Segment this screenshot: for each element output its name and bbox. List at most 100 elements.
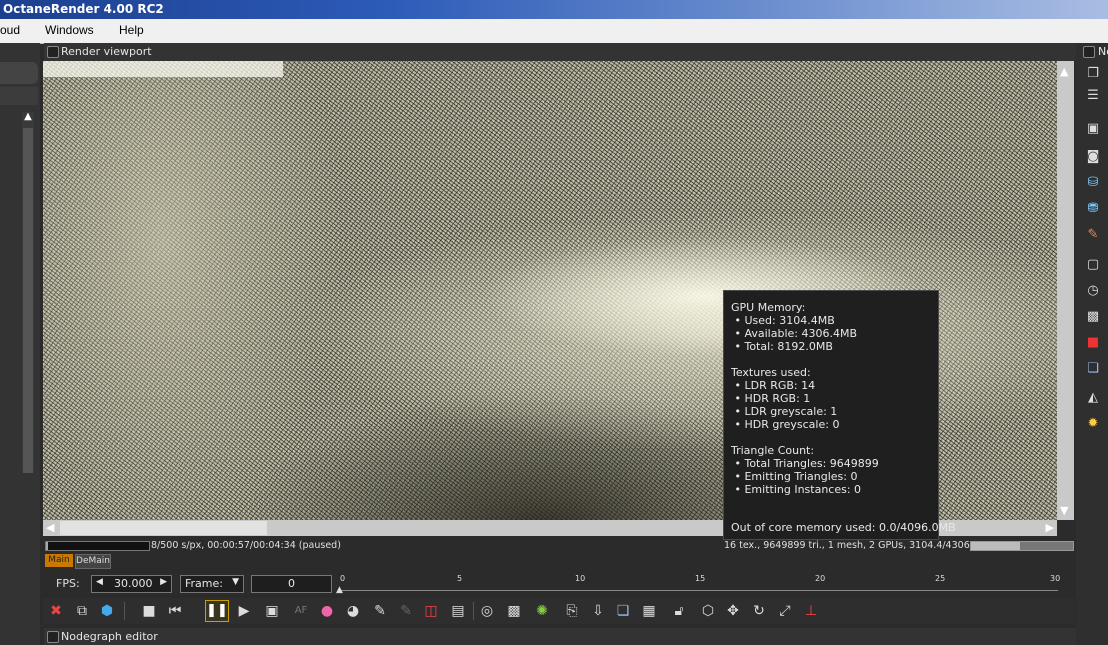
- layers-icon[interactable]: ❏: [614, 602, 632, 620]
- left-panel-header[interactable]: [0, 62, 38, 84]
- scale-icon[interactable]: ⤢: [776, 602, 794, 620]
- chevron-down-icon[interactable]: ▼: [232, 577, 239, 587]
- render-progress-fill: [46, 542, 48, 550]
- nodegraph-editor-header: Nodegraph editor: [44, 628, 1076, 645]
- timeline-marker-icon[interactable]: ▲: [336, 585, 343, 595]
- image-icon[interactable]: ▦: [640, 602, 658, 620]
- light-icon[interactable]: ✹: [1085, 416, 1101, 432]
- clock-icon[interactable]: ◷: [1085, 283, 1101, 299]
- scroll-left-icon[interactable]: ◀: [46, 521, 54, 534]
- tooltip-line: • Emitting Triangles: 0: [731, 470, 858, 483]
- reset-render-icon[interactable]: ✖: [47, 602, 65, 620]
- tab-main[interactable]: Main: [45, 554, 73, 567]
- fps-value[interactable]: 30.000: [114, 577, 153, 590]
- fps-stepper[interactable]: ◀ 30.000 ▶: [91, 575, 172, 593]
- fps-label: FPS:: [56, 577, 80, 590]
- viewport-vertical-scrollbar[interactable]: ▲ ▼: [1057, 61, 1074, 520]
- timeline-tick: 5: [457, 574, 463, 583]
- render-viewport-header: Render viewport: [44, 43, 1076, 61]
- sphere-db-icon[interactable]: ⛃: [1085, 201, 1101, 217]
- film-region-icon[interactable]: ▤: [449, 602, 467, 620]
- frame-input[interactable]: 0: [251, 575, 332, 593]
- layers-icon[interactable]: ❐: [1085, 66, 1101, 82]
- frame-icon[interactable]: ▢: [1085, 257, 1101, 273]
- tooltip-line: GPU Memory:: [731, 301, 806, 314]
- menu-bar: oud Windows Help: [0, 19, 1108, 44]
- timeline-track[interactable]: [340, 590, 1058, 591]
- tooltip-line: • Total: 8192.0MB: [731, 340, 833, 353]
- frame-value[interactable]: 0: [252, 577, 331, 590]
- move-icon[interactable]: ✥: [724, 602, 742, 620]
- nodegraph-checkbox[interactable]: [47, 631, 59, 643]
- tooltip-line: • Used: 3104.4MB: [731, 314, 835, 327]
- play-icon[interactable]: ▶: [235, 602, 253, 620]
- timeline-tick: 30: [1050, 574, 1061, 583]
- menu-help[interactable]: Help: [119, 23, 144, 37]
- left-panel-subheader: [0, 87, 38, 105]
- timeline-tick: 25: [935, 574, 946, 583]
- right-panel-header: No: [1080, 43, 1108, 61]
- frame-label: Frame:: [185, 577, 223, 590]
- menu-cloud[interactable]: oud: [0, 23, 20, 37]
- texture-icon[interactable]: ▩: [1085, 309, 1101, 325]
- material-picker-icon[interactable]: ◕: [344, 602, 362, 620]
- color-picker-icon[interactable]: ●: [318, 602, 336, 620]
- pause-icon: ❚❚: [206, 603, 228, 618]
- right-panel-title: No: [1098, 45, 1108, 58]
- tooltip-line: Out of core memory used: 0.0/4096.0MB: [731, 521, 956, 534]
- blue-cube-icon[interactable]: ❏: [1085, 361, 1101, 377]
- gpu-memory-tooltip: GPU Memory: • Used: 3104.4MB • Available…: [723, 290, 956, 540]
- scroll-up-icon[interactable]: ▲: [1060, 65, 1068, 78]
- tooltip-line: • HDR RGB: 1: [731, 392, 811, 405]
- image-icon[interactable]: ▣: [1085, 121, 1101, 137]
- horizontal-scroll-thumb[interactable]: [60, 521, 267, 535]
- lock-icon[interactable]: 🔓︎: [670, 602, 688, 620]
- nodegraph-title: Nodegraph editor: [61, 630, 158, 643]
- tone-icon[interactable]: ✺: [533, 602, 551, 620]
- tooltip-line: Triangle Count:: [731, 444, 815, 457]
- export-icon[interactable]: ⇩: [589, 602, 607, 620]
- scroll-up-icon[interactable]: ▲: [22, 111, 34, 123]
- region-render-icon[interactable]: ⧉: [73, 602, 91, 620]
- viewport-title: Render viewport: [61, 45, 152, 58]
- restart-icon[interactable]: ⏮: [166, 602, 184, 620]
- tooltip-line: • LDR greyscale: 1: [731, 405, 838, 418]
- cube-icon[interactable]: ⬢: [98, 602, 116, 620]
- camera-lock-icon[interactable]: ◎: [478, 602, 496, 620]
- title-bar: OctaneRender 4.00 RC2: [0, 0, 1108, 19]
- tooltip-line: • Total Triangles: 9649899: [731, 457, 879, 470]
- right-panel-checkbox[interactable]: [1083, 46, 1095, 58]
- object-picker-icon[interactable]: ✎: [397, 602, 415, 620]
- rotate-icon[interactable]: ↻: [750, 602, 768, 620]
- camera-icon[interactable]: ◙: [1085, 149, 1101, 165]
- screen-icon[interactable]: ▣: [263, 602, 281, 620]
- decrement-icon[interactable]: ◀: [96, 577, 103, 587]
- viewport-region-icon[interactable]: ▩: [505, 602, 523, 620]
- box-gizmo-icon[interactable]: ⬡: [699, 602, 717, 620]
- stop-icon[interactable]: ■: [140, 602, 158, 620]
- focus-picker-icon[interactable]: ✎: [371, 602, 389, 620]
- frame-dropdown[interactable]: Frame: ▼: [180, 575, 244, 593]
- tooltip-line: • HDR greyscale: 0: [731, 418, 840, 431]
- landscape-icon[interactable]: ◭: [1085, 390, 1101, 406]
- tooltip-line: • Available: 4306.4MB: [731, 327, 858, 340]
- region-icon[interactable]: ◫: [422, 602, 440, 620]
- scroll-right-icon[interactable]: ▶: [1046, 521, 1054, 534]
- viewport-checkbox[interactable]: [47, 46, 59, 58]
- af-icon[interactable]: AF: [292, 602, 310, 620]
- tab-demain[interactable]: DeMain: [75, 554, 111, 569]
- timeline-tick: 0: [340, 574, 346, 583]
- menu-windows[interactable]: Windows: [45, 23, 94, 37]
- increment-icon[interactable]: ▶: [160, 577, 167, 587]
- timeline-tick: 20: [815, 574, 826, 583]
- paint-icon[interactable]: ✎: [1085, 227, 1101, 243]
- axis-icon[interactable]: ⊥: [802, 602, 820, 620]
- left-scroll-thumb[interactable]: [23, 128, 33, 473]
- list-icon[interactable]: ☰: [1085, 88, 1101, 104]
- scroll-down-icon[interactable]: ▼: [1060, 504, 1068, 517]
- red-cube-icon[interactable]: ■: [1085, 335, 1101, 351]
- copy-icon[interactable]: ⎘: [563, 602, 581, 620]
- pause-button[interactable]: ❚❚: [205, 600, 229, 622]
- tooltip-line: • Emitting Instances: 0: [731, 483, 862, 496]
- database-icon[interactable]: ⛁: [1085, 175, 1101, 191]
